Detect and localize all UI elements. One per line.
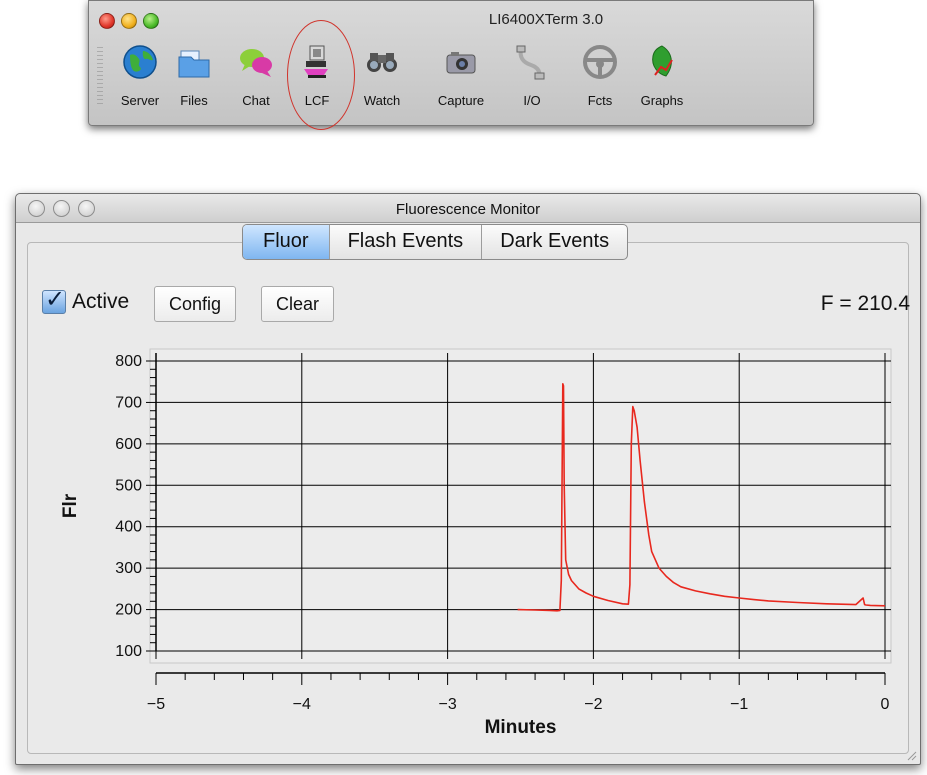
- x-axis-title: Minutes: [485, 717, 557, 738]
- cable-icon: [516, 45, 545, 80]
- binoculars-icon: [367, 53, 397, 72]
- tool-io[interactable]: I/O: [501, 43, 563, 108]
- y-tick-label: 500: [115, 477, 142, 494]
- leaf-graph-icon: [652, 45, 673, 77]
- tool-server[interactable]: Server: [109, 43, 171, 108]
- tool-label: Fcts: [587, 93, 613, 108]
- y-tick-label: 800: [115, 353, 142, 370]
- x-tick-label: 0: [881, 696, 890, 713]
- globe-icon: [123, 45, 157, 79]
- x-tick-label: −4: [293, 696, 311, 713]
- tool-label: I/O: [523, 93, 541, 108]
- camera-icon: [446, 52, 476, 74]
- tab-flash-events[interactable]: Flash Events: [330, 225, 483, 259]
- lcf-highlight-annotation: [287, 20, 355, 130]
- tool-fcts[interactable]: Fcts: [569, 43, 631, 108]
- tab-bar: Fluor Flash Events Dark Events: [242, 224, 629, 260]
- fluorescence-chart: 100 200 300 400 500 600 700 800 −5 −4 −3 −2 −1 0 Minut…: [60, 348, 917, 761]
- tool-graphs[interactable]: Graphs: [631, 43, 693, 108]
- x-tick-label: −5: [147, 696, 165, 713]
- tab-dark-events[interactable]: Dark Events: [482, 225, 627, 259]
- tool-label: Capture: [437, 93, 485, 108]
- tool-files[interactable]: Files: [163, 43, 225, 108]
- y-tick-label: 200: [115, 602, 142, 619]
- y-tick-label: 100: [115, 643, 142, 660]
- plot-area: [149, 348, 892, 664]
- y-axis-title: Flr: [60, 493, 81, 518]
- tool-label: Graphs: [640, 93, 684, 108]
- tool-label: Files: [180, 93, 208, 108]
- toolbar-window: LI6400XTerm 3.0 Server Files Chat LCF Wa…: [88, 0, 814, 126]
- toolbar-grip[interactable]: [97, 47, 103, 107]
- x-tick-label: −1: [730, 696, 748, 713]
- tab-fluor[interactable]: Fluor: [243, 225, 330, 259]
- x-tick-label: −3: [438, 696, 456, 713]
- tool-watch[interactable]: Watch: [351, 43, 413, 108]
- tool-label: Server: [120, 93, 160, 108]
- tool-chat[interactable]: Chat: [225, 43, 287, 108]
- y-tick-label: 700: [115, 394, 142, 411]
- resize-grip-icon: [907, 751, 917, 761]
- y-tick-label: 300: [115, 560, 142, 577]
- tool-label: Watch: [363, 93, 401, 108]
- y-tick-label: 400: [115, 519, 142, 536]
- y-tick-label: 600: [115, 436, 142, 453]
- toolbar-window-title: LI6400XTerm 3.0: [488, 11, 604, 28]
- chat-bubbles-icon: [240, 49, 272, 77]
- tool-capture[interactable]: Capture: [430, 43, 492, 108]
- folder-icon: [178, 50, 210, 78]
- steering-wheel-icon: [583, 45, 617, 79]
- fluorescence-monitor-window: Fluorescence Monitor Fluor Flash Events …: [15, 193, 921, 765]
- x-tick-label: −2: [584, 696, 602, 713]
- tool-label: Chat: [242, 93, 270, 108]
